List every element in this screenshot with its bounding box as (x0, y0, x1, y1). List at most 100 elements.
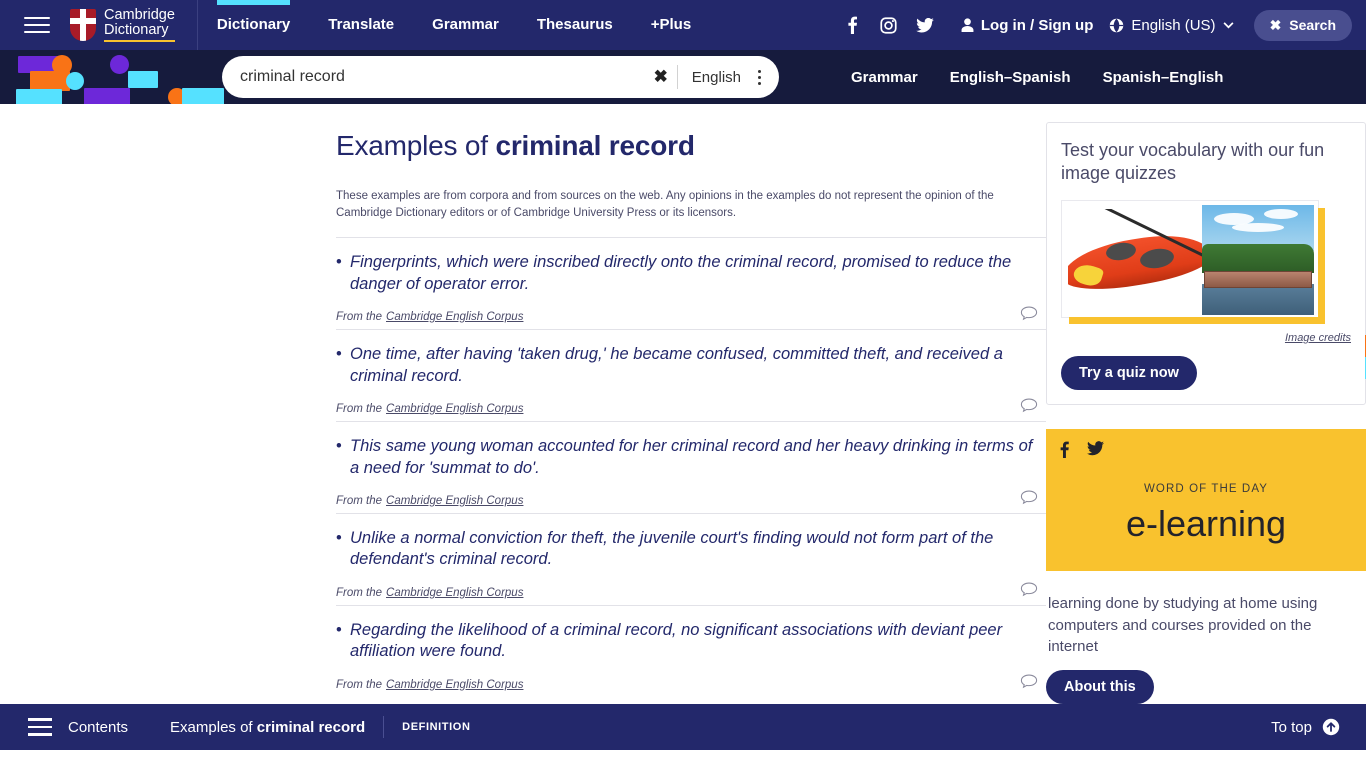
brand-line-2: Dictionary (104, 22, 169, 38)
comment-bubble-icon[interactable] (1020, 582, 1038, 597)
brand-text: Cambridge Dictionary (104, 8, 175, 42)
quiz-heading: Test your vocabulary with our fun image … (1061, 140, 1325, 184)
example-source-link[interactable]: Cambridge English Corpus (386, 587, 523, 599)
facebook-share-icon[interactable] (1060, 441, 1069, 463)
contents-menu-button[interactable] (28, 713, 52, 741)
sidebar: Test your vocabulary with our fun image … (1046, 104, 1366, 750)
close-icon: ✖ (1269, 16, 1282, 33)
to-top-label: To top (1271, 718, 1312, 736)
deco-shape-9 (182, 88, 224, 104)
link-english-spanish[interactable]: English–Spanish (934, 69, 1087, 86)
deco-shape-6 (84, 88, 130, 104)
search-options-button[interactable] (753, 69, 779, 85)
contents-label[interactable]: Contents (68, 719, 128, 736)
example-sentence: This same young woman accounted for her … (336, 436, 1046, 479)
login-label: Log in / Sign up (980, 16, 1094, 34)
example-source: From the Cambridge English Corpus (336, 403, 1046, 415)
quiz-images[interactable] (1061, 199, 1325, 324)
comment-bubble-icon[interactable] (1020, 398, 1038, 413)
deco-shape-7 (128, 71, 158, 88)
examples-content: Examples of criminal record These exampl… (336, 104, 1046, 750)
example-sentence: Unlike a normal conviction for theft, th… (336, 528, 1046, 571)
comment-bubble-icon[interactable] (1020, 674, 1038, 689)
clear-search-button[interactable]: ✖ (645, 67, 677, 87)
page-title-prefix: Examples of (336, 130, 496, 161)
wotd-social-row (1060, 441, 1352, 463)
nav-item-plus[interactable]: +Plus (632, 0, 710, 50)
twitter-icon[interactable] (907, 0, 943, 50)
example-source-prefix: From the (336, 494, 383, 507)
wotd-label: WORD OF THE DAY (1143, 482, 1269, 495)
search-bar: ✖ English Grammar English–Spanish Spanis… (0, 50, 1366, 104)
bottom-title-prefix: Examples of (170, 718, 257, 736)
about-this-button[interactable]: About this (1046, 670, 1154, 705)
top-right-controls: Log in / Sign up English (US) ✖ Search (835, 0, 1366, 50)
login-signup-button[interactable]: Log in / Sign up (961, 17, 1093, 34)
search-toggle-label: Search (1289, 17, 1336, 33)
example-source-link[interactable]: Cambridge English Corpus (386, 403, 523, 415)
wotd-definition: learning done by studying at home using … (1048, 594, 1318, 656)
facebook-icon[interactable] (835, 0, 871, 50)
definition-tab[interactable]: DEFINITION (402, 721, 470, 733)
example-source-link[interactable]: Cambridge English Corpus (386, 679, 523, 691)
comment-bubble-icon[interactable] (1020, 306, 1038, 321)
decorative-shapes (0, 50, 230, 104)
language-label: English (US) (1131, 16, 1216, 34)
search-toggle-button[interactable]: ✖ Search (1253, 9, 1352, 41)
comment-bubble-icon[interactable] (1020, 490, 1038, 505)
bottom-page-title[interactable]: Examples of criminal record (170, 719, 365, 736)
search-input[interactable] (222, 68, 645, 86)
user-icon (961, 18, 974, 32)
deco-shape-2 (30, 71, 70, 91)
twitter-share-icon[interactable] (1087, 441, 1104, 463)
search-field-wrapper: ✖ English (222, 56, 779, 98)
page-title-term: criminal record (495, 130, 695, 161)
example-source-link[interactable]: Cambridge English Corpus (386, 495, 523, 507)
example-source-prefix: From the (336, 311, 383, 324)
instagram-icon[interactable] (871, 0, 907, 50)
deco-shape-3 (66, 72, 84, 90)
wotd-word[interactable]: e-learning (1060, 503, 1352, 545)
dictionary-shortcut-links: Grammar English–Spanish Spanish–English (835, 50, 1239, 104)
nav-item-grammar[interactable]: Grammar (413, 0, 518, 50)
bottom-title-term: criminal record (256, 718, 366, 736)
example-source: From the Cambridge English Corpus (336, 311, 1046, 323)
bottom-navigation-bar: Contents Examples of criminal record DEF… (0, 704, 1366, 750)
image-credits-link[interactable]: Image credits (1061, 332, 1351, 344)
example-source-prefix: From the (336, 678, 383, 691)
nav-item-thesaurus[interactable]: Thesaurus (518, 0, 632, 50)
example-source: From the Cambridge English Corpus (336, 679, 1046, 691)
image-quiz-card: Test your vocabulary with our fun image … (1046, 122, 1366, 405)
hamburger-icon (28, 718, 52, 721)
link-spanish-english[interactable]: Spanish–English (1087, 69, 1240, 86)
hamburger-icon (24, 17, 50, 19)
word-of-the-day-banner: WORD OF THE DAY e-learning (1046, 428, 1366, 571)
primary-nav-links: Dictionary Translate Grammar Thesaurus +… (198, 0, 710, 50)
top-navigation-bar: Cambridge Dictionary Dictionary Translat… (0, 0, 1366, 50)
example-source-link[interactable]: Cambridge English Corpus (386, 311, 523, 323)
cambridge-dictionary-logo[interactable]: Cambridge Dictionary (70, 8, 197, 42)
nav-item-dictionary[interactable]: Dictionary (198, 0, 309, 50)
example-item: Fingerprints, which were inscribed direc… (336, 237, 1046, 329)
language-selector[interactable]: English (US) (1109, 16, 1234, 34)
barge-river-image (1202, 204, 1314, 315)
brand-line-1: Cambridge (104, 7, 175, 23)
to-top-button[interactable]: To top (1271, 718, 1340, 736)
nav-item-translate[interactable]: Translate (309, 0, 413, 50)
example-item: Regarding the likelihood of a criminal r… (336, 604, 1046, 697)
example-sentence: One time, after having 'taken drug,' he … (336, 344, 1046, 387)
chevron-down-icon (1223, 21, 1234, 28)
deco-shape-4 (16, 89, 62, 104)
kayak-image (1068, 208, 1204, 309)
example-sentence: Regarding the likelihood of a criminal r… (336, 620, 1046, 663)
search-language-picker[interactable]: English (678, 69, 753, 86)
example-source: From the Cambridge English Corpus (336, 587, 1046, 599)
example-source-prefix: From the (336, 586, 383, 599)
page-body: Examples of criminal record These exampl… (0, 104, 1366, 750)
example-item: This same young woman accounted for her … (336, 421, 1046, 513)
link-grammar[interactable]: Grammar (835, 69, 934, 86)
try-a-quiz-button[interactable]: Try a quiz now (1061, 355, 1197, 390)
example-source: From the Cambridge English Corpus (336, 495, 1046, 507)
main-menu-button[interactable] (24, 12, 50, 38)
example-item: Unlike a normal conviction for theft, th… (336, 512, 1046, 605)
